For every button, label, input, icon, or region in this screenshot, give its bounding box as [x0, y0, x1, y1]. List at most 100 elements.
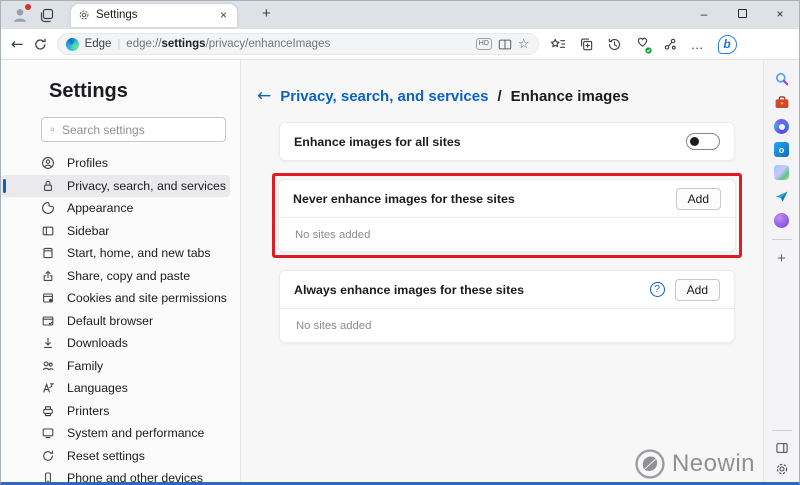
enhance-images-toggle[interactable]	[686, 133, 720, 150]
appearance-icon	[41, 201, 55, 215]
tab-close-icon[interactable]: ×	[217, 8, 230, 22]
privacy-icon	[41, 179, 55, 193]
toggle-knob	[690, 137, 699, 146]
tab-settings[interactable]: Settings ×	[71, 4, 237, 27]
profiles-icon	[41, 156, 55, 170]
setting-label: Always enhance images for these sites	[294, 283, 650, 297]
maximize-button[interactable]	[723, 7, 761, 21]
settings-title: Settings	[49, 80, 240, 103]
setting-label: Never enhance images for these sites	[293, 192, 676, 206]
refresh-button[interactable]	[33, 37, 48, 52]
page-title: Enhance images	[511, 88, 629, 105]
rail-divider	[772, 239, 792, 240]
settings-search[interactable]	[41, 117, 226, 142]
titlebar: Settings × + – ×	[1, 1, 799, 29]
toolbar-icons: … b	[550, 34, 737, 54]
empty-state-text: No sites added	[280, 309, 734, 342]
rail-divider	[772, 430, 792, 431]
sidebar-item-cookies[interactable]: Cookies and site permissions	[1, 287, 230, 310]
add-site-button[interactable]: Add	[675, 279, 720, 301]
empty-state-text: No sites added	[279, 218, 735, 251]
sidebar-item-family[interactable]: Family	[1, 355, 230, 378]
sidebar-item-share-copy[interactable]: Share, copy and paste	[1, 265, 230, 288]
printers-icon	[41, 404, 55, 418]
phone-icon	[41, 471, 55, 482]
breadcrumb-back-icon[interactable]: ←	[257, 86, 271, 106]
history-icon[interactable]	[607, 37, 622, 52]
neowin-watermark: Neowin	[634, 448, 755, 480]
new-tab-button[interactable]: +	[257, 5, 276, 22]
notification-dot	[25, 4, 31, 10]
reset-icon	[41, 449, 55, 463]
share-copy-icon	[41, 269, 55, 283]
split-screen-icon[interactable]	[498, 38, 512, 51]
sidebar-item-default-browser[interactable]: Default browser	[1, 310, 230, 333]
sidebar-item-phone[interactable]: Phone and other devices	[1, 467, 230, 482]
sidebar-search-icon[interactable]	[773, 70, 790, 87]
sidebar-item-languages[interactable]: Languages	[1, 377, 230, 400]
card-always-enhance: Always enhance images for these sites ? …	[279, 270, 735, 343]
close-button[interactable]: ×	[761, 7, 799, 21]
browser-essentials-icon[interactable]	[635, 34, 650, 54]
breadcrumb: ← Privacy, search, and services / Enhanc…	[257, 86, 735, 106]
cookies-icon	[41, 291, 55, 305]
profile-avatar[interactable]	[11, 6, 29, 24]
favorite-star-icon[interactable]: ☆	[518, 37, 530, 52]
designer-icon[interactable]	[773, 164, 790, 181]
toggle-sidebar-panel-icon[interactable]	[775, 441, 789, 455]
sidebar-item-start-home[interactable]: Start, home, and new tabs	[1, 242, 230, 265]
sidebar-item-sidebar[interactable]: Sidebar	[1, 220, 230, 243]
share-icon[interactable]	[663, 37, 678, 52]
sidebar-item-system[interactable]: System and performance	[1, 422, 230, 445]
gear-icon	[78, 9, 90, 21]
watermark-text: Neowin	[672, 450, 755, 478]
search-icon	[50, 123, 55, 136]
content-area: Settings Profiles Privacy, search, and s…	[1, 60, 799, 482]
sidebar-item-appearance[interactable]: Appearance	[1, 197, 230, 220]
sidebar-item-privacy[interactable]: Privacy, search, and services	[1, 175, 230, 198]
settings-more-icon[interactable]: …	[691, 37, 705, 52]
hd-badge-icon[interactable]: HD	[476, 38, 492, 50]
essentials-check-dot	[645, 47, 652, 54]
collections-icon[interactable]	[579, 37, 594, 52]
breadcrumb-parent-link[interactable]: Privacy, search, and services	[280, 88, 488, 105]
sidebar-item-profiles[interactable]: Profiles	[1, 152, 230, 175]
neowin-logo-icon	[634, 448, 666, 480]
card-never-enhance: Never enhance images for these sites Add…	[278, 179, 736, 252]
browser-window: Settings × + – × ← Edge | edge://setting…	[0, 0, 800, 485]
sidebar-item-printers[interactable]: Printers	[1, 400, 230, 423]
search-input[interactable]	[62, 123, 217, 137]
card-enhance-all-sites: Enhance images for all sites	[279, 122, 735, 161]
sidebar-settings-gear-icon[interactable]	[775, 462, 789, 476]
edge-sidebar-rail: o +	[763, 60, 799, 482]
downloads-icon	[41, 336, 55, 350]
outlook-icon[interactable]: o	[774, 142, 789, 157]
back-button[interactable]: ←	[11, 35, 24, 53]
address-bar[interactable]: Edge | edge://settings/privacy/enhanceIm…	[57, 33, 539, 55]
family-icon	[41, 359, 55, 373]
tab-title: Settings	[96, 9, 211, 21]
toolbar: ← Edge | edge://settings/privacy/enhance…	[1, 29, 799, 60]
microsoft-365-icon[interactable]	[773, 118, 790, 135]
bing-chat-icon[interactable]: b	[718, 35, 737, 54]
sidebar-item-downloads[interactable]: Downloads	[1, 332, 230, 355]
workspaces-icon[interactable]	[39, 7, 55, 23]
drop-icon[interactable]	[773, 188, 790, 205]
address-separator: |	[117, 38, 120, 50]
edge-label: Edge	[85, 38, 112, 50]
games-icon[interactable]	[773, 212, 790, 229]
shopping-icon[interactable]	[773, 94, 790, 111]
sidebar-item-reset[interactable]: Reset settings	[1, 445, 230, 468]
settings-sidebar: Settings Profiles Privacy, search, and s…	[1, 60, 241, 482]
minimize-button[interactable]: –	[685, 7, 723, 21]
customize-sidebar-button[interactable]: +	[777, 250, 786, 267]
maximize-icon	[738, 9, 747, 18]
help-icon[interactable]: ?	[650, 282, 665, 297]
system-icon	[41, 426, 55, 440]
red-annotation-box: Never enhance images for these sites Add…	[272, 173, 742, 258]
add-site-button[interactable]: Add	[676, 188, 721, 210]
sidebar-panel-icon	[41, 224, 55, 238]
languages-icon	[41, 381, 55, 395]
url-text[interactable]: edge://settings/privacy/enhanceImages	[126, 38, 470, 50]
favorites-list-icon[interactable]	[550, 37, 566, 52]
